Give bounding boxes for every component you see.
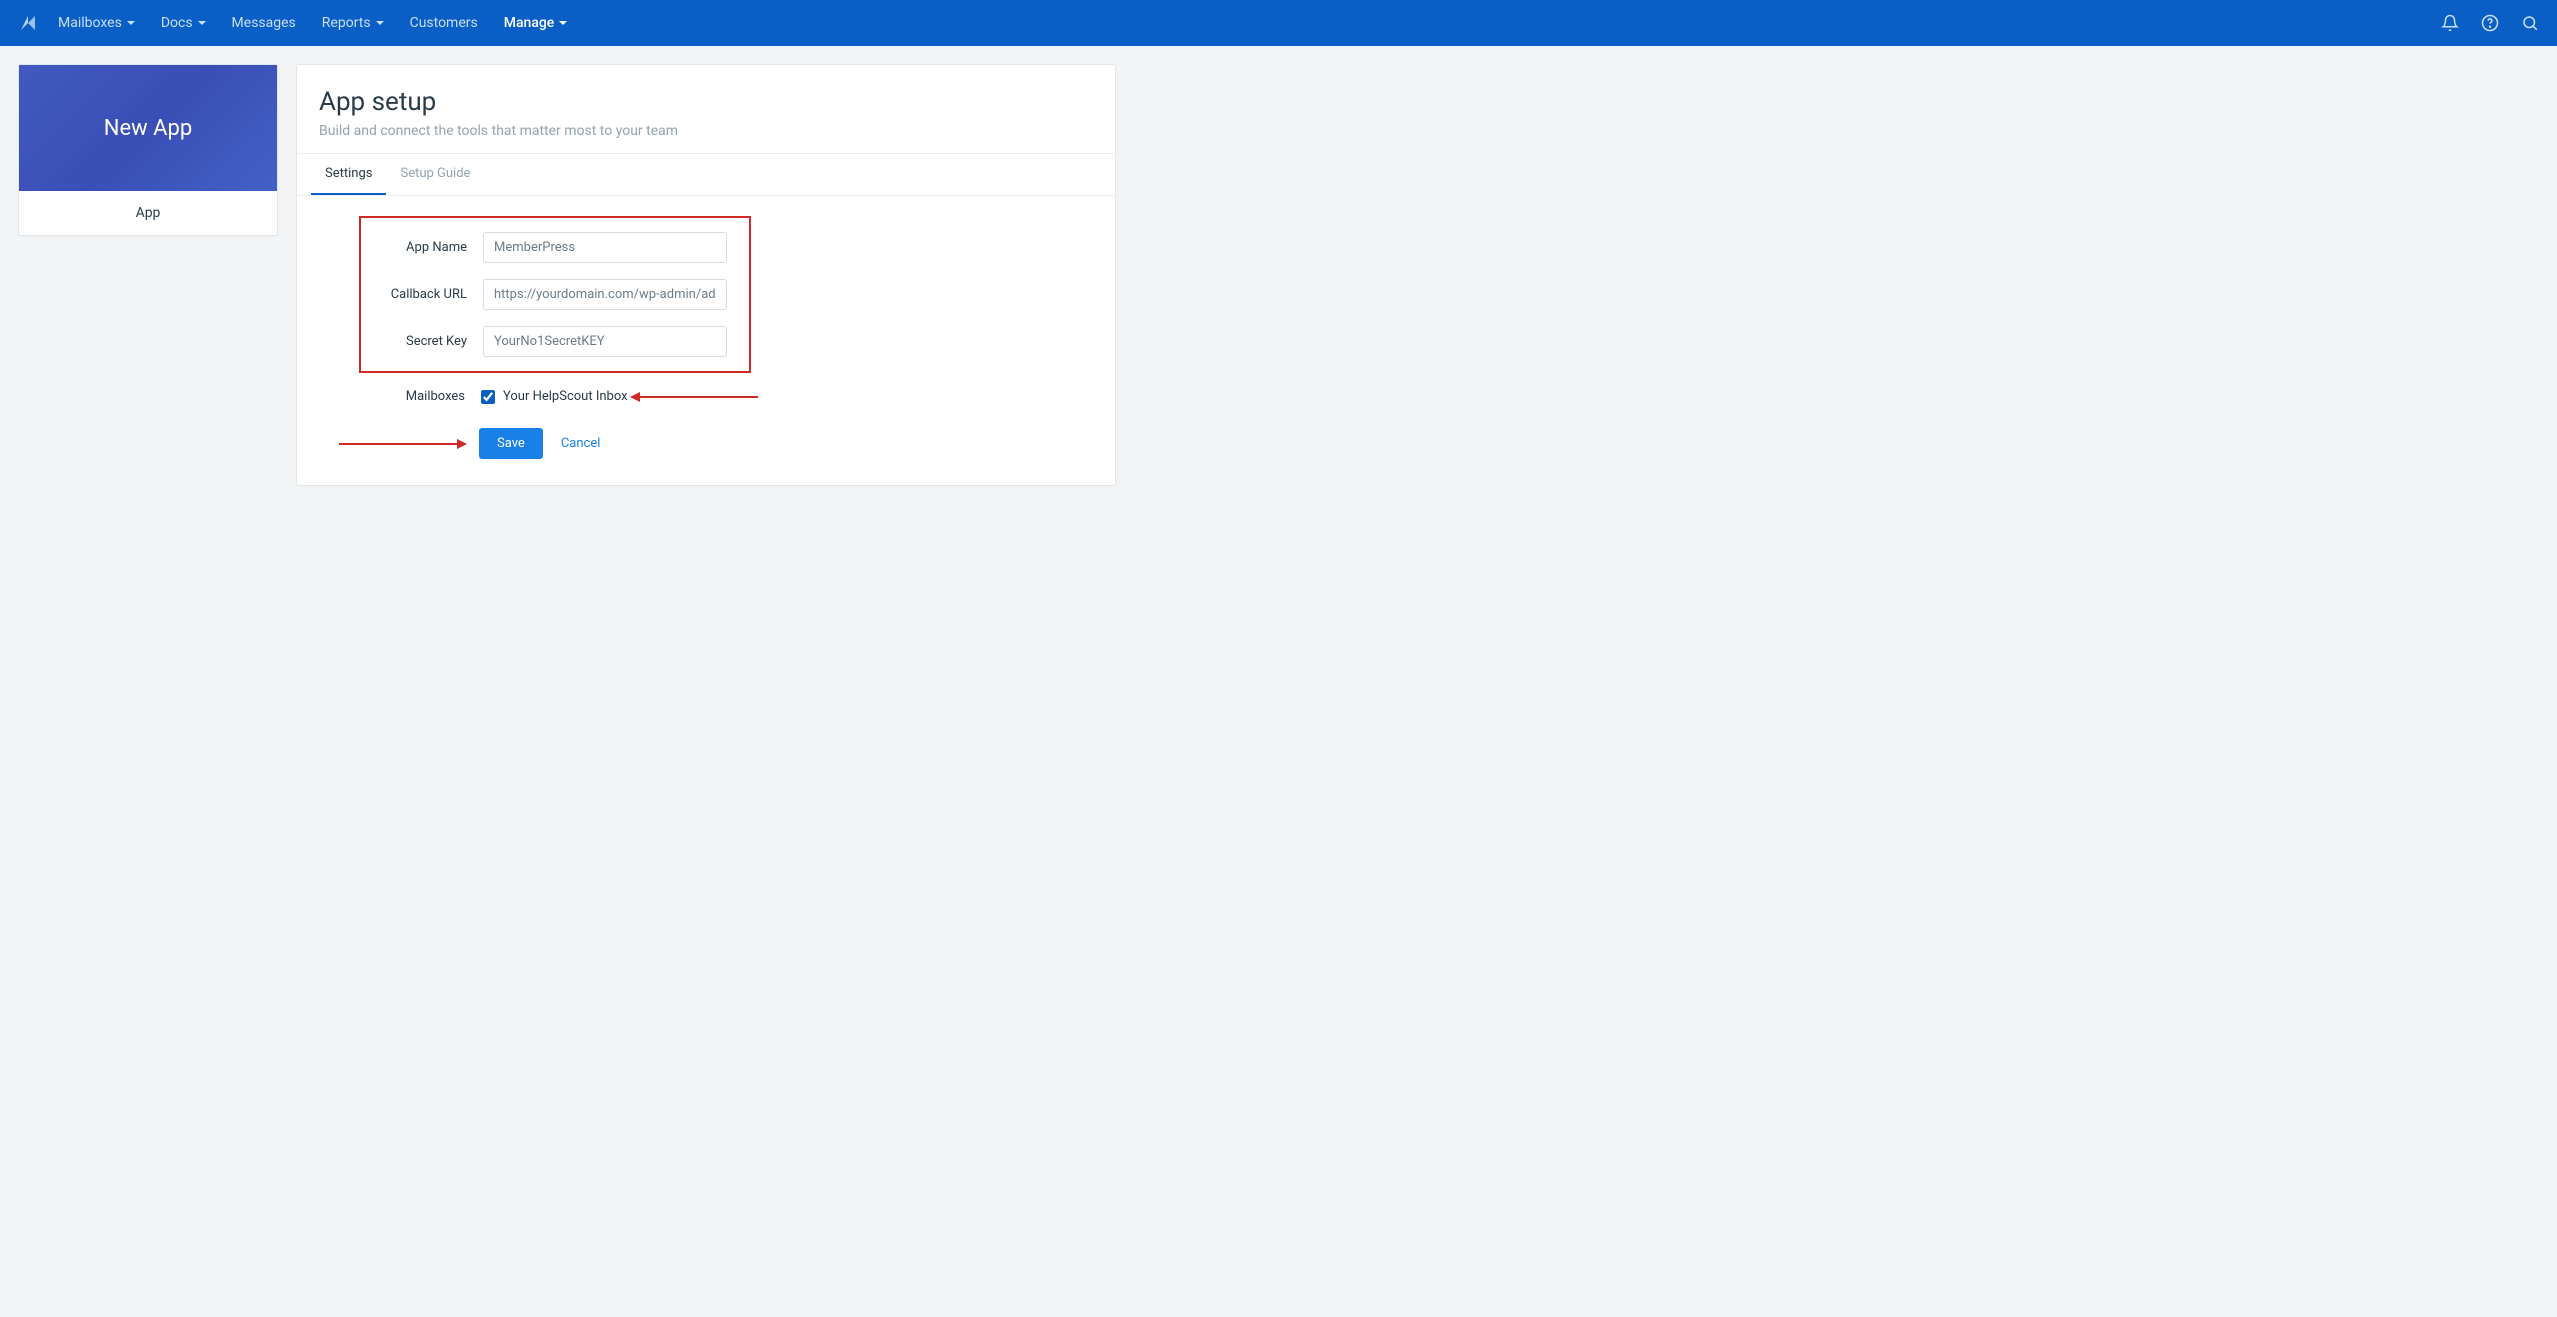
- notifications-icon[interactable]: [2441, 14, 2459, 32]
- nav-items-group: Mailboxes Docs Messages Reports Customer…: [58, 15, 593, 31]
- panel-header: App setup Build and connect the tools th…: [297, 65, 1115, 153]
- form-row-app-name: App Name: [375, 232, 727, 263]
- chevron-down-icon: [376, 21, 384, 25]
- sidebar-hero: New App: [19, 65, 277, 191]
- chevron-down-icon: [559, 21, 567, 25]
- main-panel: App setup Build and connect the tools th…: [296, 64, 1116, 486]
- mailboxes-label: Mailboxes: [373, 389, 481, 404]
- nav-item-mailboxes[interactable]: Mailboxes: [58, 15, 135, 31]
- help-icon[interactable]: [2481, 14, 2499, 32]
- nav-label: Manage: [504, 15, 555, 31]
- tab-settings[interactable]: Settings: [311, 154, 386, 195]
- nav-item-reports[interactable]: Reports: [322, 15, 384, 31]
- callback-url-input[interactable]: [483, 279, 727, 310]
- nav-item-docs[interactable]: Docs: [161, 15, 206, 31]
- app-name-input[interactable]: [483, 232, 727, 263]
- secret-key-input[interactable]: [483, 326, 727, 357]
- cancel-button[interactable]: Cancel: [561, 436, 601, 451]
- button-row: Save Cancel: [339, 428, 1093, 459]
- mailbox-option-label: Your HelpScout Inbox: [503, 389, 628, 404]
- content-area: New App App App setup Build and connect …: [0, 46, 2557, 504]
- nav-label: Messages: [232, 15, 296, 31]
- helpscout-logo-icon[interactable]: [18, 13, 38, 33]
- panel-tabs: Settings Setup Guide: [297, 153, 1115, 196]
- app-name-label: App Name: [375, 240, 483, 255]
- page-title: App setup: [319, 87, 1093, 117]
- nav-label: Docs: [161, 15, 193, 31]
- callback-url-label: Callback URL: [375, 287, 483, 302]
- nav-label: Mailboxes: [58, 15, 122, 31]
- nav-item-manage[interactable]: Manage: [504, 15, 568, 31]
- annotation-arrow-icon: [339, 443, 459, 445]
- annotation-arrow-icon: [638, 396, 758, 398]
- nav-item-customers[interactable]: Customers: [410, 15, 478, 31]
- form-block: App Name Callback URL Secret Key Mailbox…: [297, 196, 1115, 485]
- sidebar-hero-title: New App: [104, 116, 192, 141]
- top-navigation: Mailboxes Docs Messages Reports Customer…: [0, 0, 2557, 46]
- chevron-down-icon: [198, 21, 206, 25]
- mailbox-checkbox[interactable]: [481, 390, 495, 404]
- chevron-down-icon: [127, 21, 135, 25]
- save-button[interactable]: Save: [479, 428, 543, 459]
- search-icon[interactable]: [2521, 14, 2539, 32]
- form-row-callback-url: Callback URL: [375, 279, 727, 310]
- app-sidebar-card: New App App: [18, 64, 278, 236]
- highlighted-fields-box: App Name Callback URL Secret Key: [359, 216, 751, 373]
- page-subtitle: Build and connect the tools that matter …: [319, 123, 1093, 139]
- nav-label: Customers: [410, 15, 478, 31]
- nav-label: Reports: [322, 15, 371, 31]
- tab-setup-guide[interactable]: Setup Guide: [386, 154, 484, 195]
- form-row-secret-key: Secret Key: [375, 326, 727, 357]
- nav-item-messages[interactable]: Messages: [232, 15, 296, 31]
- mailboxes-row: Mailboxes Your HelpScout Inbox: [373, 389, 1093, 404]
- sidebar-tab-app[interactable]: App: [19, 191, 277, 235]
- secret-key-label: Secret Key: [375, 334, 483, 349]
